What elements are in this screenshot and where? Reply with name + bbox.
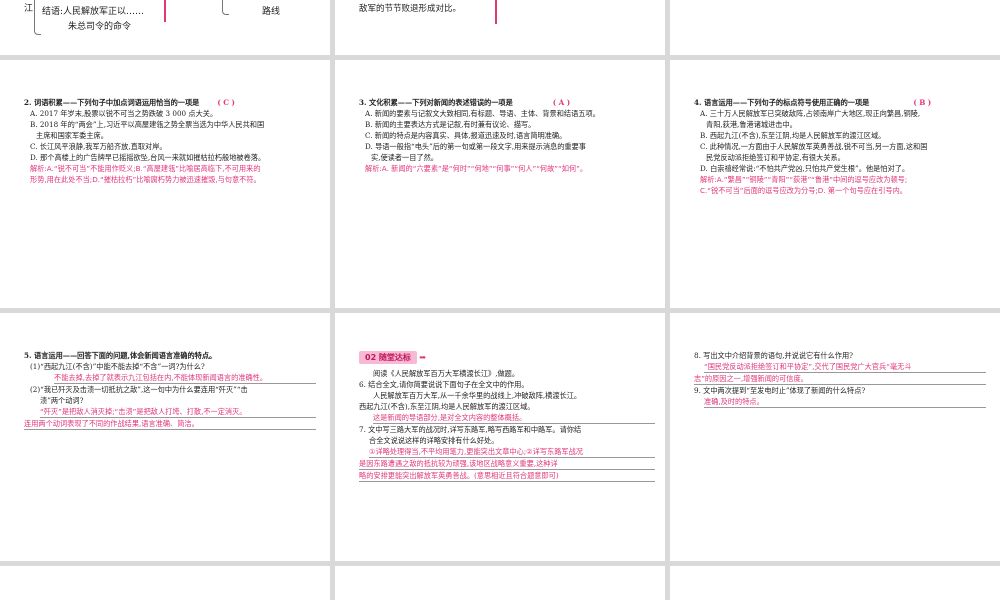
question-3: 3. 文化积累——下列对新闻的表述错误的一项是 ( A ) A. 新闻的要素与记叙…	[359, 97, 659, 174]
option-c: C. 此种情况,一方面由于人民解放军英勇善战,锐不可当,另一方面,这和国	[700, 142, 928, 151]
question-4: 4. 语言运用——下列句子的标点符号使用正确的一项是 ( B ) A. 三十万人民…	[694, 97, 994, 196]
analysis-line: 解析:A. 新闻的“六要素”是“何时”“何地”“何事”“何人”“何故”“如何”。	[365, 164, 588, 173]
question-6: 6. 结合全文,请你简要说说下面句子在全文中的作用。	[359, 380, 529, 389]
slide-q2: 2. 词语积累——下列句子中加点词语运用恰当的一项是 ( C ) A. 2017 …	[0, 60, 330, 308]
answer-9: 准确,及时的特点。	[704, 396, 986, 408]
mindmap-bar	[164, 0, 166, 22]
reading-intro: 阅读《人民解放军百万大军横渡长江》,做题。	[373, 369, 520, 378]
slide-practice: 02 随堂达标 ➡ 阅读《人民解放军百万大军横渡长江》,做题。 6. 结合全文,…	[335, 313, 665, 561]
option-a: A. 新闻的要素与记叙文大致相同,有标题、导语、主体、背景和结语五项。	[365, 109, 600, 118]
option-d-cont: 实,使读者一目了然。	[371, 153, 438, 162]
answer-2-cont: 连用两个动词表现了不同的作战结果,语言准确、简洁。	[24, 418, 316, 430]
slide-q4: 4. 语言运用——下列句子的标点符号使用正确的一项是 ( B ) A. 三十万人民…	[670, 60, 1000, 308]
slide-bottom-mid	[335, 566, 665, 600]
option-c: C. 长江风平浪静,我军万船齐放,直取对岸。	[30, 142, 167, 151]
summary-line: 敌军的节节败退形成对比。	[359, 4, 462, 14]
question-9: 9. 文中两次提到“至发电时止”体现了新闻的什么特点?	[694, 386, 866, 395]
sub-question-2-cont: 溃”两个动词?	[40, 396, 84, 405]
mindmap-conclusion: 结语:人民解放军正以……	[42, 7, 145, 17]
passage-line: 人民解放军百万大军,从一千余华里的战线上,冲破敌阵,横渡长江。	[373, 391, 582, 400]
slide-q8-q9: 8. 写出文中介绍背景的语句,并说说它有什么作用? “国民党反动派拒绝签订和平协…	[670, 313, 1000, 561]
practice-section: 02 随堂达标 ➡ 阅读《人民解放军百万大军横渡长江》,做题。 6. 结合全文,…	[359, 351, 655, 482]
arrow-icon: ➡	[419, 353, 426, 362]
option-c-cont: 民党反动派拒绝签订和平协定,有很大关系。	[706, 153, 845, 162]
option-d: D. 白崇禧经常说:“不怕共产党凶,只怕共产党生根”。他是怕对了。	[700, 164, 910, 173]
slide-top-mid: 敌军的节节败退形成对比。	[335, 0, 665, 55]
answer-7: ①详略处理得当,不平均用笔力,更能突出文章中心;②详写东路军战况	[369, 446, 655, 458]
slide-top-right	[670, 0, 1000, 55]
option-b: B. 西起九江(不含),东至江阴,均是人民解放军的渡江区域。	[700, 131, 886, 140]
option-a: A. 三十万人民解放军已突破敌阵,占领南岸广大地区,现正向繁昌,铜陵,	[700, 109, 921, 118]
mindmap-command: 朱总司令的命令	[68, 22, 132, 32]
question-stem: 3. 文化积累——下列对新闻的表述错误的一项是	[359, 98, 513, 107]
slide-bottom-left	[0, 566, 330, 600]
question-stem: 4. 语言运用——下列句子的标点符号使用正确的一项是	[694, 98, 870, 107]
answer-choice: ( B )	[913, 98, 932, 107]
slide-q3: 3. 文化积累——下列对新闻的表述错误的一项是 ( A ) A. 新闻的要素与记叙…	[335, 60, 665, 308]
question-stem: 2. 词语积累——下列句子中加点词语运用恰当的一项是	[24, 98, 200, 107]
question-8: 8. 写出文中介绍背景的语句,并说说它有什么作用?	[694, 351, 854, 360]
summary-bar	[495, 0, 497, 24]
mindmap-route: 路线	[262, 7, 281, 17]
mindmap-brace	[34, 0, 41, 35]
answer-choice: ( A )	[552, 98, 571, 107]
answer-8: “国民党反动派拒绝签订和平协定”,交代了国民党广大官兵“毫无斗	[704, 361, 986, 373]
sub-question-1: (1)“西起九江(不含)”中能不能去掉“不含”一词?为什么?	[30, 362, 205, 371]
option-a-cont: 青阳,荻港,鲁港诸城进击中。	[706, 120, 797, 129]
slide-top-left: 江 结语:人民解放军正以…… 朱总司令的命令 路线	[0, 0, 330, 55]
slide-bottom-right	[670, 566, 1000, 600]
question-5: 5. 语言运用——回答下面的问题,体会新闻语言准确的特点。 (1)“西起九江(不…	[24, 350, 316, 430]
analysis-line: 形势,用在此处不当;D.“摧枯拉朽”比喻腐朽势力被迅速摧毁,与句意不符。	[30, 175, 261, 184]
answer-2: “歼灭”是把敌人消灭掉;“击溃”是把敌人打垮、打散,不一定消灭。	[40, 406, 316, 418]
section-badge: 02 随堂达标	[359, 351, 417, 364]
answer-8-cont: 志”的原因之一,增强新闻的可信度。	[694, 373, 986, 385]
option-d: D. 导语一般指“电头”后的第一句或第一段文字,用来提示消息的重要事	[365, 142, 586, 151]
passage-line: 西起九江(不含),东至江阴,均是人民解放军的渡江区域。	[359, 402, 535, 411]
option-b: B. 新闻的主要表达方式是记叙,有时兼有议论、描写。	[365, 120, 536, 129]
mindmap-brace-right	[222, 0, 229, 15]
answer-choice: ( C )	[217, 98, 235, 107]
question-7-cont: 合全文说说这样的详略安排有什么好处。	[369, 436, 499, 445]
question-7: 7. 文中写三路大军的战况时,详写东路军,略写西路军和中路军。请你结	[359, 425, 582, 434]
answer-1: 不能去掉,去掉了就表示九江包括在内,不能体现新闻语言的准确性。	[54, 372, 316, 384]
option-a: A. 2017 年岁末,股票以锐不可当之势跌破 3 000 点大关。	[30, 109, 218, 118]
option-c: C. 新闻的特点是内容真实、具体,报道迅速及时,语言简明准确。	[365, 131, 567, 140]
question-stem: 5. 语言运用——回答下面的问题,体会新闻语言准确的特点。	[24, 351, 217, 360]
analysis-line: 解析:A.“繁昌”“铜陵”“青阳”“荻港”“鲁港”中间的逗号应改为顿号;	[700, 175, 908, 184]
option-b-cont: 主席和国家军委主席。	[36, 131, 108, 140]
analysis-line: 解析:A.“锐不可当”不能用作贬义;B.“高屋建瓴”比喻居高临下,不可用来的	[30, 164, 261, 173]
answer-7-cont: 是因东路遭遇之敌的抵抗较为顽强,该地区战略意义重要,这种详	[359, 458, 655, 470]
question-2: 2. 词语积累——下列句子中加点词语运用恰当的一项是 ( C ) A. 2017 …	[24, 97, 324, 185]
answer-6: 这是新闻的导语部分,是对全文内容的整体概括。	[373, 412, 655, 424]
mindmap-side-label: 江	[24, 4, 34, 14]
sub-question-2: (2)“我已歼灭及击溃一切抵抗之敌”,这一句中为什么要连用“歼灭”“击	[30, 385, 248, 394]
analysis-line: C.“锐不可当”后面的逗号应改为分号;D. 第一个句号应在引号内。	[700, 186, 907, 195]
option-b: B. 2018 年的“两会”上,习近平以高屋建瓴之势全票当选为中华人民共和国	[30, 120, 265, 129]
questions-8-9: 8. 写出文中介绍背景的语句,并说说它有什么作用? “国民党反动派拒绝签订和平协…	[694, 350, 986, 408]
answer-7-cont: 略的安排更能突出解放军英勇善战。(意思相近且符合题意即可)	[359, 470, 655, 482]
option-d: D. 那个高楼上的广告牌早已摇摇欲坠,台风一来就如摧枯拉朽般地被卷落。	[30, 153, 266, 162]
slide-q5: 5. 语言运用——回答下面的问题,体会新闻语言准确的特点。 (1)“西起九江(不…	[0, 313, 330, 561]
